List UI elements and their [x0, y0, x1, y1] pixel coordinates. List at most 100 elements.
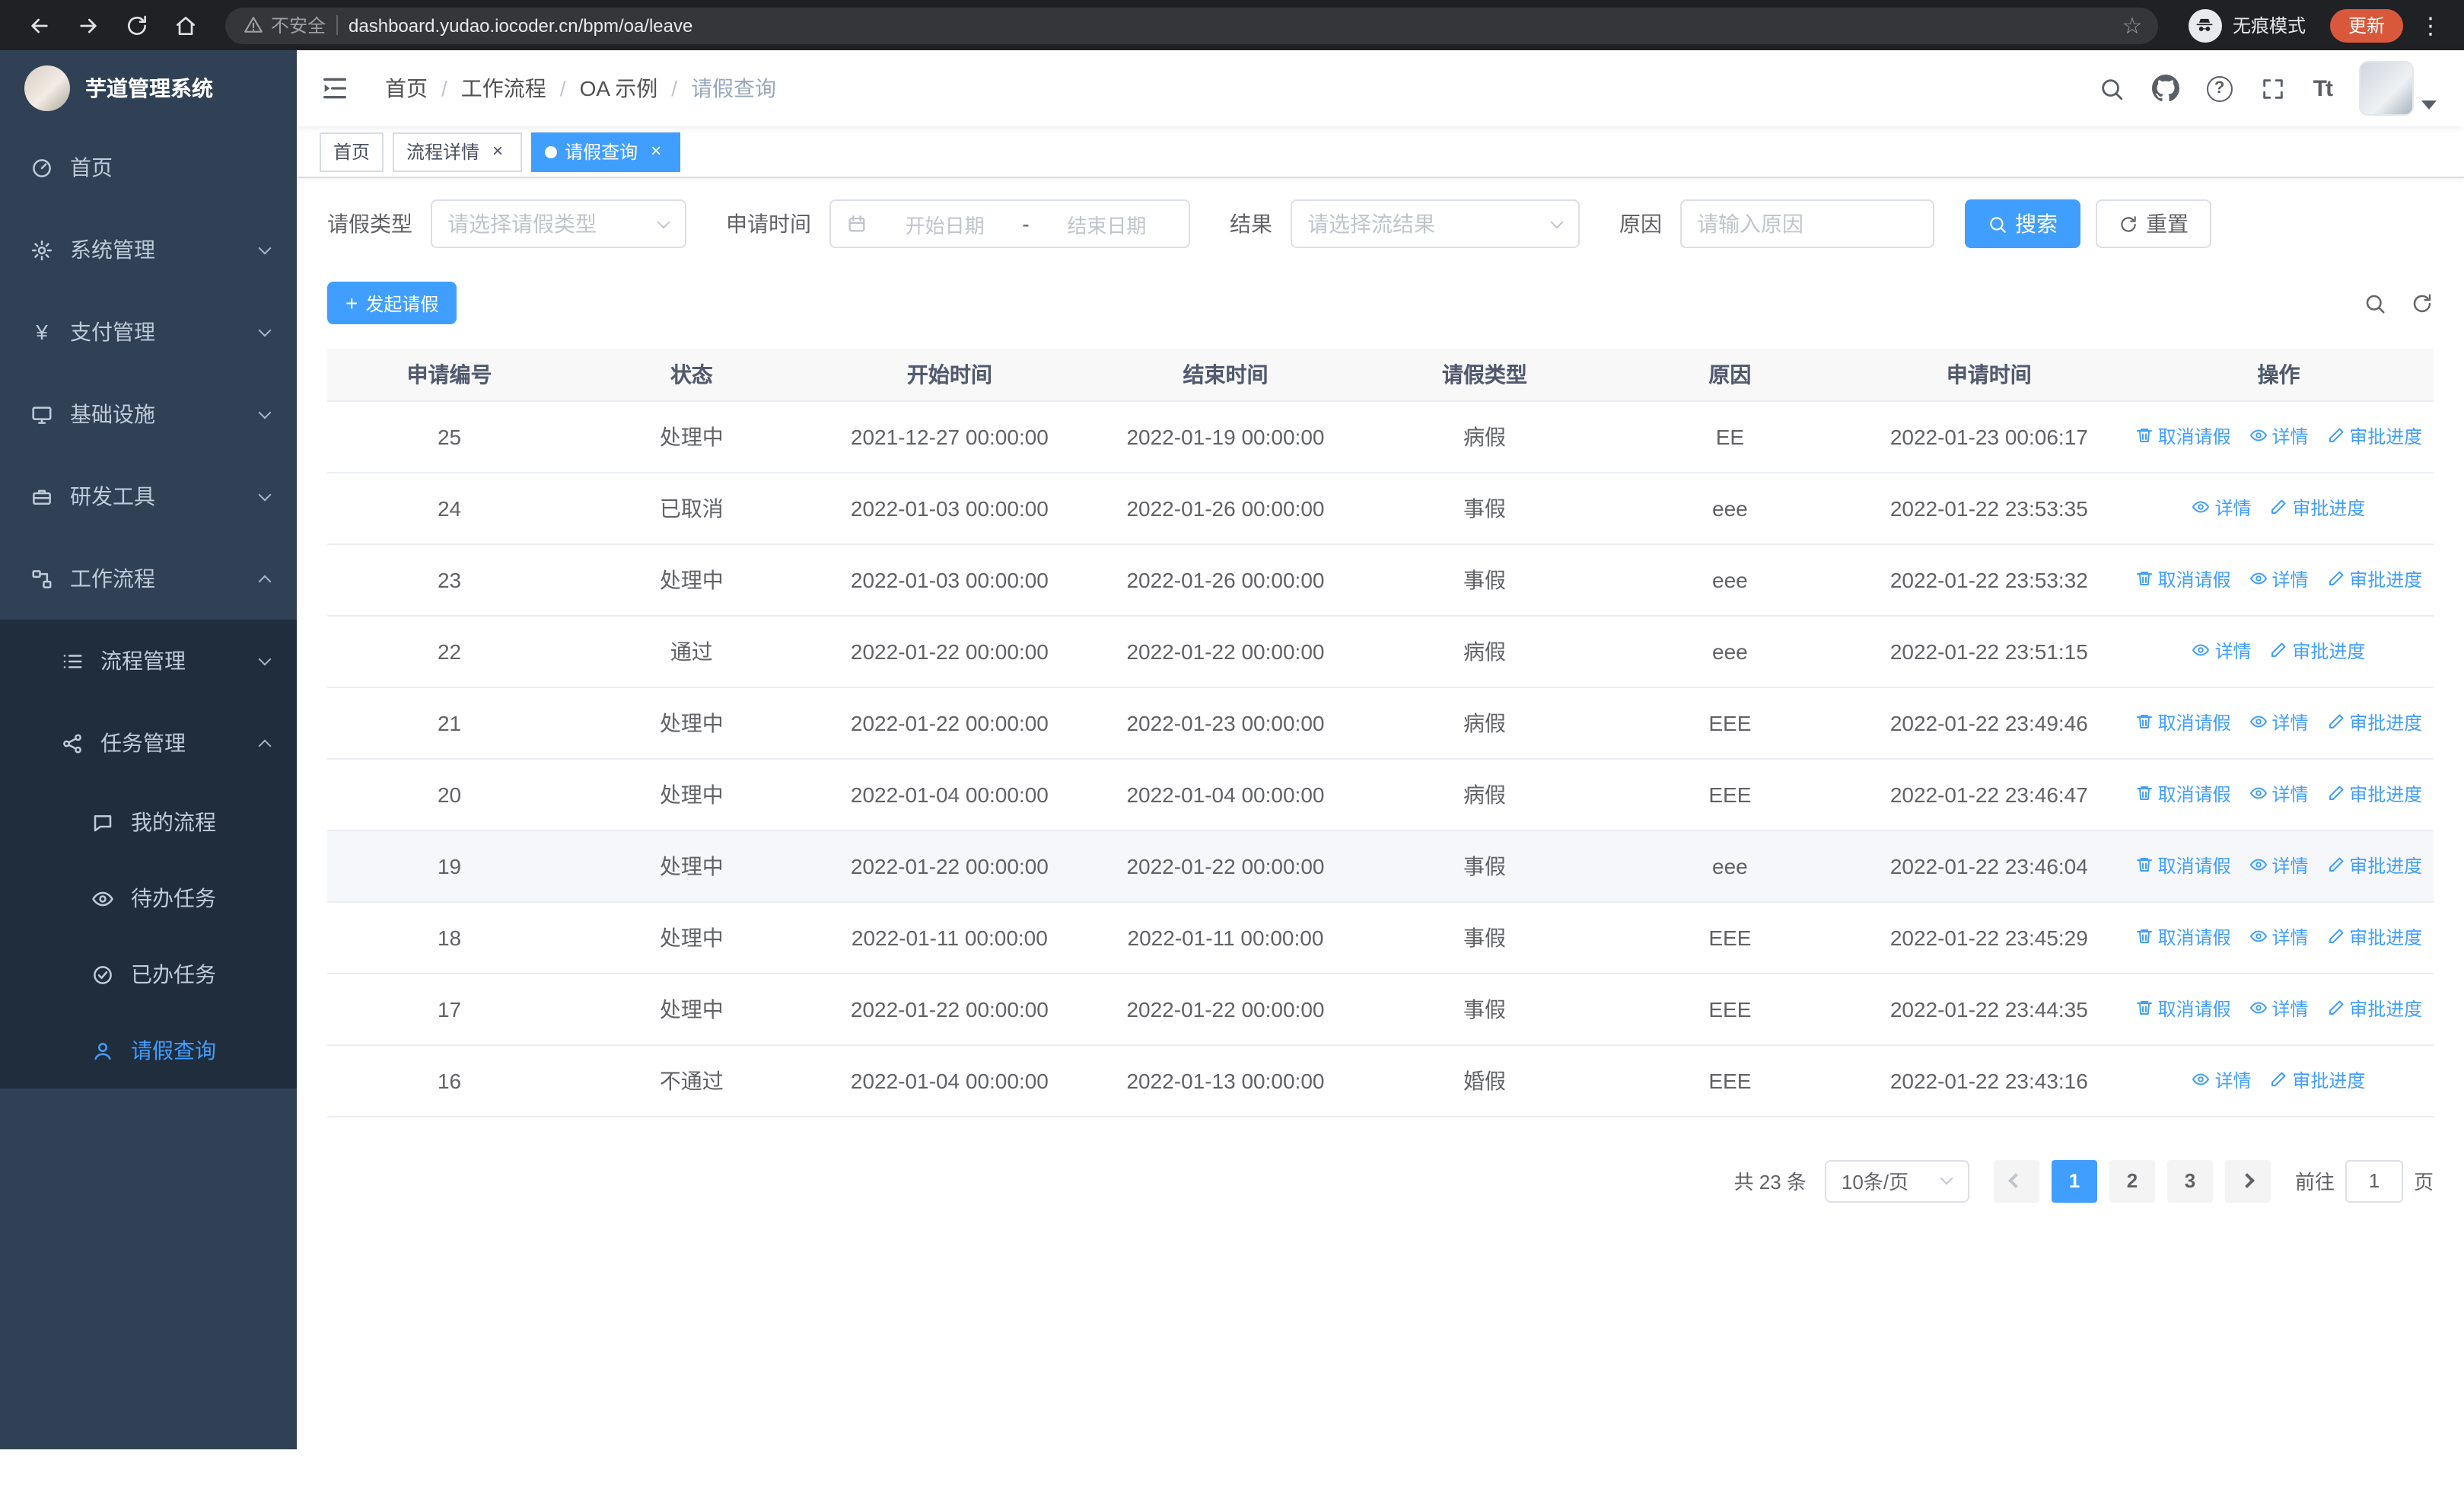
sidebar-item-leave-query[interactable]: 请假查询 — [0, 1012, 297, 1089]
detail-button[interactable]: 详情 — [2192, 638, 2252, 664]
tab-close-icon[interactable]: × — [487, 140, 508, 162]
approval-progress-button[interactable]: 审批进度 — [2326, 853, 2422, 878]
tab-close-icon[interactable]: × — [645, 140, 667, 162]
toggle-search-icon[interactable] — [2364, 292, 2386, 314]
github-icon[interactable] — [2151, 75, 2179, 102]
user-menu[interactable] — [2359, 61, 2437, 116]
approval-progress-button[interactable]: 审批进度 — [2269, 495, 2365, 521]
pager-next-button[interactable] — [2224, 1159, 2271, 1202]
leave-type-select[interactable]: 请选择请假类型 — [431, 199, 686, 248]
sidebar-item-infrastructure[interactable]: 基础设施 — [0, 373, 297, 455]
sidebar-item-system[interactable]: 系统管理 — [0, 209, 297, 291]
eye-icon — [2249, 716, 2267, 728]
approval-progress-button[interactable]: 审批进度 — [2326, 924, 2422, 950]
user-icon — [94, 1041, 111, 1060]
eye-icon — [2192, 645, 2210, 656]
refresh-table-icon[interactable] — [2411, 292, 2434, 314]
sidebar-item-payment[interactable]: ¥ 支付管理 — [0, 291, 297, 373]
goto-label: 前往 — [2294, 1171, 2335, 1194]
pager-page-2[interactable]: 2 — [2109, 1159, 2155, 1202]
help-icon[interactable]: ? — [2206, 75, 2233, 101]
detail-button[interactable]: 详情 — [2192, 1067, 2252, 1093]
breadcrumb-workflow[interactable]: 工作流程 — [461, 73, 546, 104]
table-header-row: 申请编号 状态 开始时间 结束时间 请假类型 原因 申请时间 操作 — [327, 349, 2434, 401]
detail-button[interactable]: 详情 — [2249, 853, 2309, 878]
address-bar[interactable]: 不安全 dashboard.yudao.iocoder.cn/bpm/oa/le… — [225, 7, 2158, 43]
detail-button[interactable]: 详情 — [2249, 996, 2309, 1022]
home-icon — [177, 16, 195, 34]
font-size-icon[interactable]: Tt — [2313, 75, 2333, 101]
reset-button[interactable]: 重置 — [2096, 199, 2211, 248]
detail-button[interactable]: 详情 — [2249, 709, 2309, 735]
detail-button[interactable]: 详情 — [2249, 781, 2309, 807]
list-icon — [63, 654, 82, 668]
detail-button[interactable]: 详情 — [2249, 924, 2309, 950]
sidebar-item-done-tasks[interactable]: 已办任务 — [0, 936, 297, 1012]
sidebar-item-todo-tasks[interactable]: 待办任务 — [0, 860, 297, 936]
sidebar-item-process-management[interactable]: 流程管理 — [0, 620, 297, 702]
sidebar-item-task-management[interactable]: 任务管理 — [0, 702, 297, 784]
approval-progress-button[interactable]: 审批进度 — [2326, 423, 2422, 449]
col-leave-type: 请假类型 — [1363, 349, 1606, 401]
cancel-leave-button[interactable]: 取消请假 — [2135, 709, 2231, 735]
approval-progress-button[interactable]: 审批进度 — [2326, 709, 2422, 735]
eye-icon — [2192, 502, 2210, 513]
share-nodes-icon — [63, 733, 81, 753]
result-select[interactable]: 请选择流结果 — [1291, 199, 1580, 248]
pager-page-3[interactable]: 3 — [2166, 1159, 2213, 1202]
plus-icon: + — [345, 291, 358, 315]
reason-input[interactable] — [1680, 199, 1934, 248]
detail-button[interactable]: 详情 — [2192, 495, 2252, 521]
approval-progress-button[interactable]: 审批进度 — [2326, 781, 2422, 807]
apply-time-range-picker[interactable]: 开始日期 - 结束日期 — [829, 199, 1190, 248]
pager-prev-button[interactable] — [1993, 1159, 2039, 1202]
goto-page-input[interactable] — [2345, 1159, 2403, 1202]
header-search-icon[interactable] — [2099, 75, 2125, 101]
tab-leave-query[interactable]: 请假查询 × — [531, 132, 681, 171]
eye-icon — [2249, 1003, 2267, 1014]
hamburger-icon — [323, 78, 346, 99]
approval-progress-button[interactable]: 审批进度 — [2326, 996, 2422, 1022]
tab-process-detail[interactable]: 流程详情 × — [393, 132, 523, 171]
tab-home[interactable]: 首页 — [320, 132, 384, 171]
eye-icon — [2249, 931, 2267, 942]
browser-back-button[interactable] — [18, 4, 61, 46]
browser-reload-button[interactable] — [116, 4, 158, 46]
detail-button[interactable]: 详情 — [2249, 566, 2309, 592]
cancel-leave-button[interactable]: 取消请假 — [2135, 781, 2231, 807]
cancel-leave-button[interactable]: 取消请假 — [2135, 423, 2231, 449]
browser-update-button[interactable]: 更新 — [2329, 8, 2403, 42]
actions-cell: 取消请假 详情 审批进度 — [2123, 830, 2434, 902]
app-logo[interactable]: 芋道管理系统 — [0, 50, 297, 126]
cancel-leave-button[interactable]: 取消请假 — [2135, 924, 2231, 950]
sidebar-item-my-processes[interactable]: 我的流程 — [0, 784, 297, 860]
bookmark-star-icon[interactable]: ☆ — [2115, 8, 2149, 42]
edit-icon — [2329, 1001, 2343, 1015]
approval-progress-button[interactable]: 审批进度 — [2269, 638, 2365, 664]
security-status[interactable]: 不安全 — [244, 12, 326, 38]
search-button[interactable]: 搜索 — [1965, 199, 2080, 248]
browser-forward-button[interactable] — [67, 4, 110, 46]
pager-page-1[interactable]: 1 — [2051, 1159, 2097, 1202]
page-size-select[interactable]: 10条/页 — [1824, 1159, 1969, 1202]
browser-home-button[interactable] — [164, 4, 207, 46]
breadcrumb-oa-example[interactable]: OA 示例 — [580, 73, 658, 104]
sidebar-item-home[interactable]: 首页 — [0, 126, 297, 209]
fullscreen-icon[interactable] — [2260, 75, 2286, 101]
create-leave-button[interactable]: + 发起请假 — [327, 282, 457, 324]
approval-progress-button[interactable]: 审批进度 — [2326, 566, 2422, 592]
cancel-leave-button[interactable]: 取消请假 — [2135, 853, 2231, 878]
sidebar-item-devtools[interactable]: 研发工具 — [0, 455, 297, 537]
sidebar-toggle-button[interactable] — [297, 50, 373, 126]
browser-menu-icon[interactable]: ⋮ — [2415, 11, 2446, 39]
cancel-leave-button[interactable]: 取消请假 — [2135, 996, 2231, 1022]
table-row: 24 已取消 2022-01-03 00:00:00 2022-01-26 00… — [327, 472, 2434, 544]
cancel-leave-button[interactable]: 取消请假 — [2135, 566, 2231, 592]
approval-progress-button[interactable]: 审批进度 — [2269, 1067, 2365, 1093]
table-row: 25 处理中 2021-12-27 00:00:00 2022-01-19 00… — [327, 400, 2434, 473]
breadcrumb-home[interactable]: 首页 — [385, 73, 428, 104]
detail-button[interactable]: 详情 — [2249, 423, 2309, 449]
sidebar-item-workflow[interactable]: 工作流程 — [0, 537, 297, 620]
url-text[interactable]: dashboard.yudao.iocoder.cn/bpm/oa/leave — [349, 14, 2105, 36]
edit-icon — [2329, 572, 2343, 586]
